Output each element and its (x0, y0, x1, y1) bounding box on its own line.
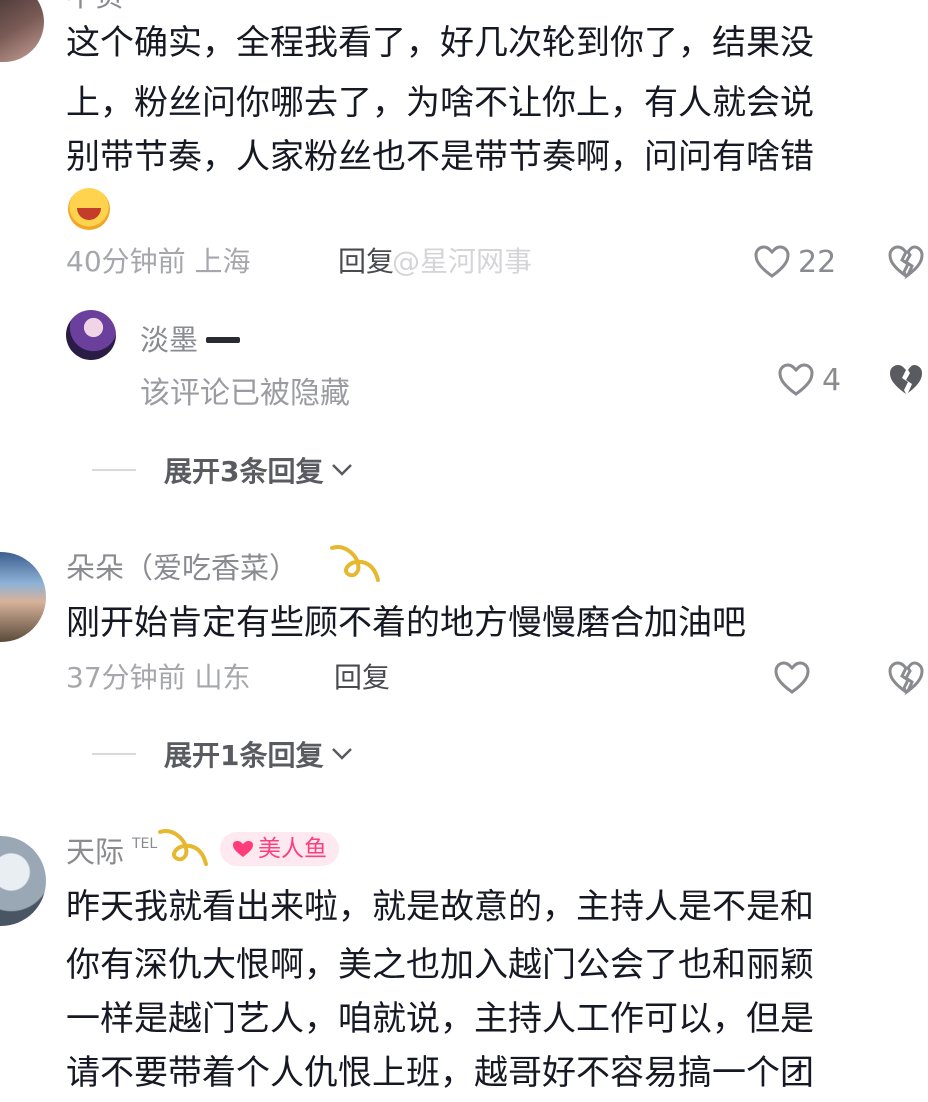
comment-text-line: 别带节奏，人家粉丝也不是带节奏啊，问问有啥错 (66, 137, 814, 177)
reply-author-name[interactable]: 淡墨 (140, 322, 198, 358)
gold-scribble-badge-icon (330, 545, 380, 582)
comment-author-name[interactable]: 不负 (66, 0, 124, 14)
heart-outline-icon (778, 363, 814, 396)
like-button[interactable]: 4 (776, 360, 841, 400)
expand-replies-button[interactable]: 展开3条回复 (92, 450, 353, 490)
expand-replies-label: 展开3条回复 (164, 455, 324, 488)
like-count: 22 (798, 244, 837, 280)
comment-text-line: 上，粉丝问你哪去了，为啥不让你上，有人就会说 (66, 83, 814, 123)
reply-button[interactable]: 回复 (334, 660, 390, 696)
author-badge-dash (206, 337, 240, 343)
author-name-suffix: TEL (132, 836, 158, 852)
like-count: 4 (822, 362, 842, 398)
comment-text-line: 昨天我就看出来啦，就是故意的，主持人是不是和 (66, 887, 814, 927)
comment-text-line: 刚开始肯定有些顾不着的地方慢慢磨合加油吧 (66, 603, 746, 643)
avatar[interactable] (0, 836, 46, 926)
reply-button[interactable]: 回复 (338, 244, 394, 280)
avatar[interactable] (0, 0, 44, 62)
watermark: @星河网事 (392, 245, 533, 278)
hidden-comment-note: 该评论已被隐藏 (140, 376, 350, 411)
heart-badge-icon (233, 841, 253, 857)
expand-replies-label: 展开1条回复 (164, 739, 324, 772)
broken-heart-filled-icon[interactable] (886, 360, 926, 400)
comment-text-line: 这个确实，全程我看了，好几次轮到你了，结果没 (66, 23, 814, 63)
comment-text-line: 一样是越门艺人，咱就说，主持人工作可以，但是 (66, 999, 814, 1039)
fan-badge: 美人鱼 (220, 832, 339, 866)
comment-text-line: 你有深仇大恨啊，美之也加入越门公会了也和丽颖 (66, 945, 814, 985)
heart-outline-icon (754, 245, 790, 278)
avatar[interactable] (0, 552, 46, 642)
gold-scribble-badge-icon (158, 829, 208, 866)
chevron-down-icon (332, 464, 353, 476)
laughing-crying-emoji-icon (68, 188, 110, 230)
heart-outline-icon[interactable] (772, 658, 812, 698)
comment-time-location: 40分钟前 上海 (66, 245, 251, 278)
comment-time-location: 37分钟前 山东 (66, 661, 251, 694)
avatar[interactable] (66, 310, 116, 360)
chevron-down-icon (332, 748, 353, 760)
divider (92, 469, 136, 471)
fan-badge-label: 美人鱼 (258, 836, 327, 862)
expand-replies-button[interactable]: 展开1条回复 (92, 734, 353, 774)
comment-author-name[interactable]: 天际 (66, 834, 124, 870)
broken-heart-icon[interactable] (886, 658, 926, 698)
like-button[interactable]: 22 (752, 242, 836, 282)
comment-author-name[interactable]: 朵朵（爱吃香菜） (66, 550, 298, 586)
broken-heart-icon[interactable] (886, 242, 926, 282)
divider (92, 753, 136, 755)
comment-text-line: 请不要带着个人仇恨上班，越哥好不容易搞一个团 (66, 1053, 814, 1093)
